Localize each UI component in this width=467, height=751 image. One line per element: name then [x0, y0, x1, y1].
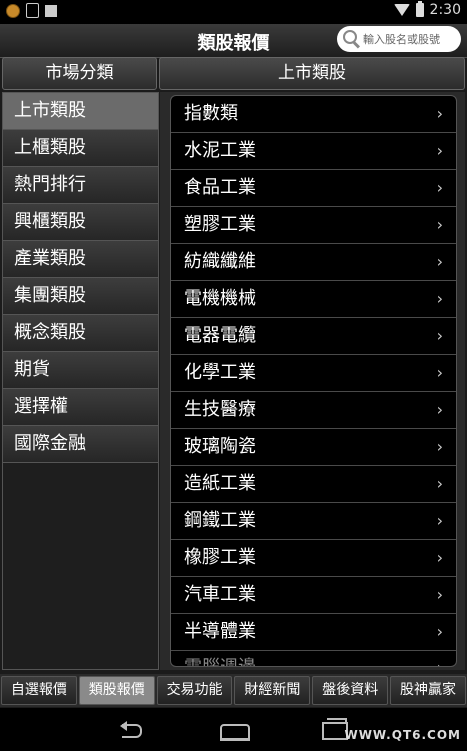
list-item[interactable]: 汽車工業 ›	[171, 577, 456, 614]
category-item-listed[interactable]: 上市類股	[3, 93, 158, 130]
list-item[interactable]: 造紙工業 ›	[171, 466, 456, 503]
tab-trading[interactable]: 交易功能	[156, 676, 233, 705]
list-item-label: 鋼鐵工業	[184, 510, 256, 531]
watermark: WWW.QT6.COM	[344, 728, 461, 742]
list-item[interactable]: 化學工業 ›	[171, 355, 456, 392]
wifi-icon	[393, 4, 410, 16]
list-item[interactable]: 電機機械 ›	[171, 281, 456, 318]
list-item-label: 食品工業	[184, 177, 256, 198]
market-category-list: 上市類股 上櫃類股 熱門排行 興櫃類股 產業類股 集團類股 概念類股 期貨 選擇…	[2, 92, 159, 670]
list-item[interactable]: 半導體業 ›	[171, 614, 456, 651]
tab-sector-quotes[interactable]: 類股報價	[78, 676, 155, 705]
category-item-hot-ranking[interactable]: 熱門排行	[3, 167, 158, 204]
list-item-label: 橡膠工業	[184, 547, 256, 568]
chevron-right-icon: ›	[436, 474, 443, 493]
sector-list[interactable]: 指數類 › 水泥工業 › 食品工業 › 塑膠工業 › 紡織纖維 › 電機機械 › 電器電纜 ›…	[170, 95, 457, 667]
list-item-label: 電器電纜	[184, 325, 256, 346]
list-item[interactable]: 紡織纖維 ›	[171, 244, 456, 281]
list-item-label: 化學工業	[184, 362, 256, 383]
chevron-right-icon: ›	[436, 215, 443, 234]
tab-after-hours-data[interactable]: 盤後資料	[312, 676, 389, 705]
status-bar: 2:30	[0, 0, 467, 24]
list-item[interactable]: 玻璃陶瓷 ›	[171, 429, 456, 466]
list-item[interactable]: 指數類 ›	[171, 96, 456, 133]
chevron-right-icon: ›	[436, 178, 443, 197]
chevron-right-icon: ›	[436, 252, 443, 271]
list-item-label: 紡織纖維	[184, 251, 256, 272]
list-item-label: 造紙工業	[184, 473, 256, 494]
chevron-right-icon: ›	[437, 651, 443, 666]
list-item-label: 電機機械	[184, 288, 256, 309]
chevron-right-icon: ›	[436, 585, 443, 604]
chevron-right-icon: ›	[436, 511, 443, 530]
chevron-right-icon: ›	[436, 363, 443, 382]
list-item-label: 生技醫療	[184, 399, 256, 420]
category-item-futures[interactable]: 期貨	[3, 352, 158, 389]
category-item-options[interactable]: 選擇權	[3, 389, 158, 426]
app-notification-icon	[45, 4, 57, 17]
list-item[interactable]: 生技醫療 ›	[171, 392, 456, 429]
sector-panel: 指數類 › 水泥工業 › 食品工業 › 塑膠工業 › 紡織纖維 › 電機機械 › 電器電纜 ›…	[160, 92, 465, 670]
clock: 2:30	[429, 2, 461, 18]
battery-icon	[415, 1, 424, 17]
chevron-right-icon: ›	[436, 104, 443, 123]
list-item[interactable]: 鋼鐵工業 ›	[171, 503, 456, 540]
home-icon[interactable]	[220, 724, 250, 741]
search-input[interactable]: 輸入股名或股號	[337, 26, 461, 52]
tab-watchlist-quotes[interactable]: 自選報價	[1, 676, 77, 705]
list-item[interactable]: 水泥工業 ›	[171, 133, 456, 170]
list-item[interactable]: 塑膠工業 ›	[171, 207, 456, 244]
list-item-label: 半導體業	[184, 621, 256, 642]
chevron-right-icon: ›	[436, 548, 443, 567]
tab-financial-news[interactable]: 財經新聞	[234, 676, 311, 705]
notification-icon	[6, 3, 20, 18]
list-item-label: 指數類	[184, 103, 238, 124]
back-icon[interactable]	[120, 721, 148, 738]
chevron-right-icon: ›	[436, 400, 443, 419]
list-item[interactable]: 電腦週邊 ›	[171, 651, 456, 666]
search-placeholder: 輸入股名或股號	[363, 33, 440, 46]
category-item-emerging[interactable]: 興櫃類股	[3, 204, 158, 241]
list-item[interactable]: 食品工業 ›	[171, 170, 456, 207]
list-item[interactable]: 電器電纜 ›	[171, 318, 456, 355]
chevron-right-icon: ›	[436, 622, 443, 641]
tab-stock-winner[interactable]: 股神贏家	[390, 676, 466, 705]
category-item-industry[interactable]: 產業類股	[3, 241, 158, 278]
list-item-label: 塑膠工業	[184, 214, 256, 235]
chevron-right-icon: ›	[436, 326, 443, 345]
bottom-tab-bar: 自選報價 類股報價 交易功能 財經新聞 盤後資料 股神贏家	[0, 674, 467, 707]
chevron-right-icon: ›	[436, 289, 443, 308]
chevron-right-icon: ›	[436, 141, 443, 160]
category-item-otc[interactable]: 上櫃類股	[3, 130, 158, 167]
category-item-intl-finance[interactable]: 國際金融	[3, 426, 158, 463]
list-item[interactable]: 橡膠工業 ›	[171, 540, 456, 577]
list-item-label: 電腦週邊	[184, 657, 256, 666]
chevron-right-icon: ›	[436, 437, 443, 456]
search-icon	[341, 28, 363, 50]
category-item-concept[interactable]: 概念類股	[3, 315, 158, 352]
list-item-label: 玻璃陶瓷	[184, 436, 256, 457]
calendar-icon	[26, 3, 39, 18]
market-category-header: 市場分類	[2, 57, 157, 90]
list-item-label: 水泥工業	[184, 140, 256, 161]
listed-sectors-header: 上市類股	[159, 57, 465, 90]
list-item-label: 汽車工業	[184, 584, 256, 605]
category-item-group[interactable]: 集團類股	[3, 278, 158, 315]
